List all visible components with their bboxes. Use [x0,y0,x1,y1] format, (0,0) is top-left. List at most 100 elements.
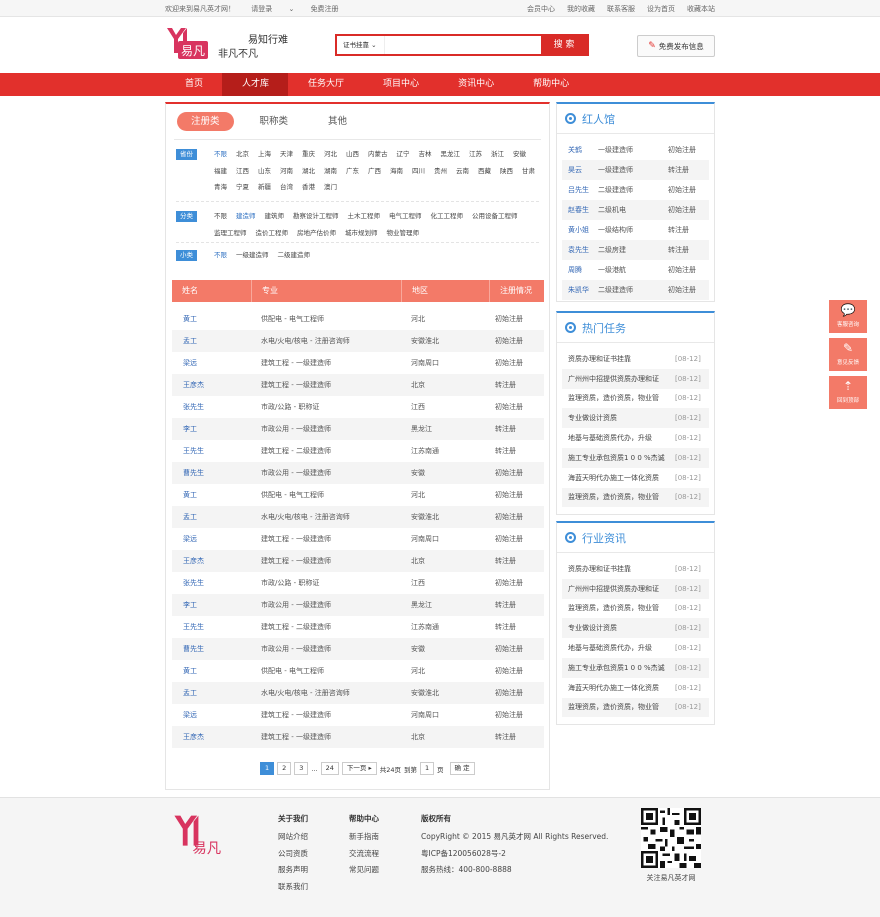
name-cell[interactable]: 孟工 [172,688,252,698]
name-cell[interactable]: 王彦杰 [172,732,252,742]
talent-item[interactable]: 黄小姐 一级结构师 转注册 [562,220,709,240]
goto-page-input[interactable]: 1 [420,762,435,775]
news-item[interactable]: 施工专业承包资质1 0 0 %杰诚 [08-12] [562,657,709,678]
talent-item[interactable]: 赵春生 二级机电 初始注册 [562,200,709,220]
province-option[interactable]: 海南 [390,166,403,183]
name-cell[interactable]: 梁远 [172,358,252,368]
table-row[interactable]: 王彦杰 建筑工程 - 一级建造师 北京 转注册 [172,726,544,748]
news-item[interactable]: 资质办理和证书挂靠 [08-12] [562,559,709,579]
col-major[interactable]: 专业 [252,280,402,302]
footer-link[interactable]: 网站介绍 [278,831,308,848]
tab-other[interactable]: 其他 [314,112,361,131]
page-3[interactable]: 3 [294,762,309,775]
news-item-title[interactable]: 专业做设计资质 [562,623,675,633]
nav-home[interactable]: 首页 [165,73,222,96]
contact-service-link[interactable]: 联系客服 [607,4,635,14]
province-option[interactable]: 安徽 [513,149,526,166]
col-region[interactable]: 地区 [402,280,490,302]
talent-name[interactable]: 赵春生 [562,205,598,215]
customer-service-button[interactable]: 💬 客服咨询 [829,300,867,333]
news-item[interactable]: 广州州中招提供资质办理和证 [08-12] [562,578,709,599]
table-row[interactable]: 黄工 供配电 - 电气工程师 河北 初始注册 [172,660,544,682]
talent-item[interactable]: 袁先生 二级房建 转注册 [562,240,709,260]
news-item-title[interactable]: 监理资质，造价资质，物业管 [562,603,675,613]
footer-link[interactable]: 常见问题 [349,864,379,881]
talent-name[interactable]: 周腾 [562,265,598,275]
footer-link[interactable]: 联系我们 [278,881,308,898]
category-option[interactable]: 电气工程师 [389,211,422,228]
name-cell[interactable]: 孟工 [172,512,252,522]
task-item[interactable]: 监理资质，造价资质，物业管 [08-12] [562,487,709,508]
name-cell[interactable]: 李工 [172,424,252,434]
category-option[interactable]: 建筑师 [265,211,285,228]
table-row[interactable]: 梁远 建筑工程 - 一级建造师 河南周口 初始注册 [172,352,544,374]
province-option[interactable]: 香港 [302,182,315,199]
category-option[interactable]: 建造师 [236,211,256,228]
login-link[interactable]: 请登录 ⌄ [251,5,294,13]
table-row[interactable]: 孟工 水电/火电/核电 - 注册咨询师 安徽淮北 初始注册 [172,682,544,704]
province-option[interactable]: 吉林 [419,149,432,166]
news-item-title[interactable]: 地基与基础资质代办，升级 [562,643,675,653]
site-logo[interactable]: 易凡 [165,25,210,65]
subcategory-option[interactable]: 二级建造师 [278,250,311,267]
talent-name[interactable]: 昊云 [562,165,598,175]
province-option[interactable]: 甘肃 [522,166,535,183]
table-row[interactable]: 张先生 市政/公路 - 职称证 江西 初始注册 [172,396,544,418]
province-option[interactable]: 台湾 [280,182,293,199]
task-item-title[interactable]: 施工专业承包资质1 0 0 %杰诚 [562,453,675,463]
task-item[interactable]: 资质办理和证书挂靠 [08-12] [562,349,709,369]
province-option[interactable]: 广东 [346,166,359,183]
province-option[interactable]: 澳门 [324,182,337,199]
province-option[interactable]: 重庆 [302,149,315,166]
news-item[interactable]: 监理资质，造价资质，物业管 [08-12] [562,599,709,619]
name-cell[interactable]: 曹先生 [172,644,252,654]
province-option[interactable]: 上海 [258,149,271,166]
table-row[interactable]: 李工 市政公用 - 一级建造师 黑龙江 转注册 [172,418,544,440]
next-page-button[interactable]: 下一页 ▸ [341,762,377,775]
talent-item[interactable]: 周腾 一级港航 初始注册 [562,260,709,280]
table-row[interactable]: 张先生 市政/公路 - 职称证 江西 初始注册 [172,572,544,594]
news-item-title[interactable]: 监理资质，造价资质，物业管 [562,702,675,712]
table-row[interactable]: 孟工 水电/火电/核电 - 注册咨询师 安徽淮北 初始注册 [172,506,544,528]
province-option[interactable]: 新疆 [258,182,271,199]
table-row[interactable]: 梁远 建筑工程 - 一级建造师 河南周口 初始注册 [172,528,544,550]
table-row[interactable]: 梁远 建筑工程 - 一级建造师 河南周口 初始注册 [172,704,544,726]
task-item[interactable]: 专业做设计资质 [08-12] [562,408,709,429]
province-option[interactable]: 北京 [236,149,249,166]
tab-registered[interactable]: 注册类 [177,111,234,131]
name-cell[interactable]: 张先生 [172,402,252,412]
nav-news-center[interactable]: 资讯中心 [438,73,513,96]
province-option[interactable]: 江西 [236,166,249,183]
province-option[interactable]: 西藏 [478,166,491,183]
category-option[interactable]: 公用设备工程师 [472,211,518,228]
name-cell[interactable]: 张先生 [172,578,252,588]
task-item[interactable]: 海蓝天明代办施工一体化资质 [08-12] [562,468,709,488]
search-category-select[interactable]: 证书挂靠 ⌄ [337,36,385,54]
province-option[interactable]: 湖南 [324,166,337,183]
province-option[interactable]: 内蒙古 [368,149,388,166]
talent-item[interactable]: 朱凯华 二级建造师 初始注册 [562,280,709,300]
task-item[interactable]: 施工专业承包资质1 0 0 %杰诚 [08-12] [562,447,709,468]
nav-task-hall[interactable]: 任务大厅 [288,73,363,96]
set-homepage-link[interactable]: 设为首页 [647,4,675,14]
task-item-title[interactable]: 广州州中招提供资质办理和证 [562,374,675,384]
talent-name[interactable]: 黄小姐 [562,225,598,235]
news-item-title[interactable]: 资质办理和证书挂靠 [562,564,675,574]
table-row[interactable]: 曹先生 市政公用 - 一级建造师 安徽 初始注册 [172,462,544,484]
task-item-title[interactable]: 资质办理和证书挂靠 [562,354,675,364]
name-cell[interactable]: 梁远 [172,534,252,544]
task-item-title[interactable]: 监理资质，造价资质，物业管 [562,492,675,502]
footer-link[interactable]: 交流流程 [349,848,379,865]
table-row[interactable]: 李工 市政公用 - 一级建造师 黑龙江 转注册 [172,594,544,616]
bookmark-site-link[interactable]: 收藏本站 [687,4,715,14]
subcategory-option[interactable]: 一级建造师 [236,250,269,267]
province-option[interactable]: 河南 [280,166,293,183]
province-option[interactable]: 福建 [214,166,227,183]
nav-talent-pool[interactable]: 人才库 [222,73,289,96]
search-input[interactable] [385,36,541,54]
talent-name[interactable]: 关鹤 [562,145,598,155]
task-item-title[interactable]: 地基与基础资质代办，升级 [562,433,675,443]
news-item-title[interactable]: 施工专业承包资质1 0 0 %杰诚 [562,663,675,673]
name-cell[interactable]: 黄工 [172,666,252,676]
page-2[interactable]: 2 [277,762,292,775]
